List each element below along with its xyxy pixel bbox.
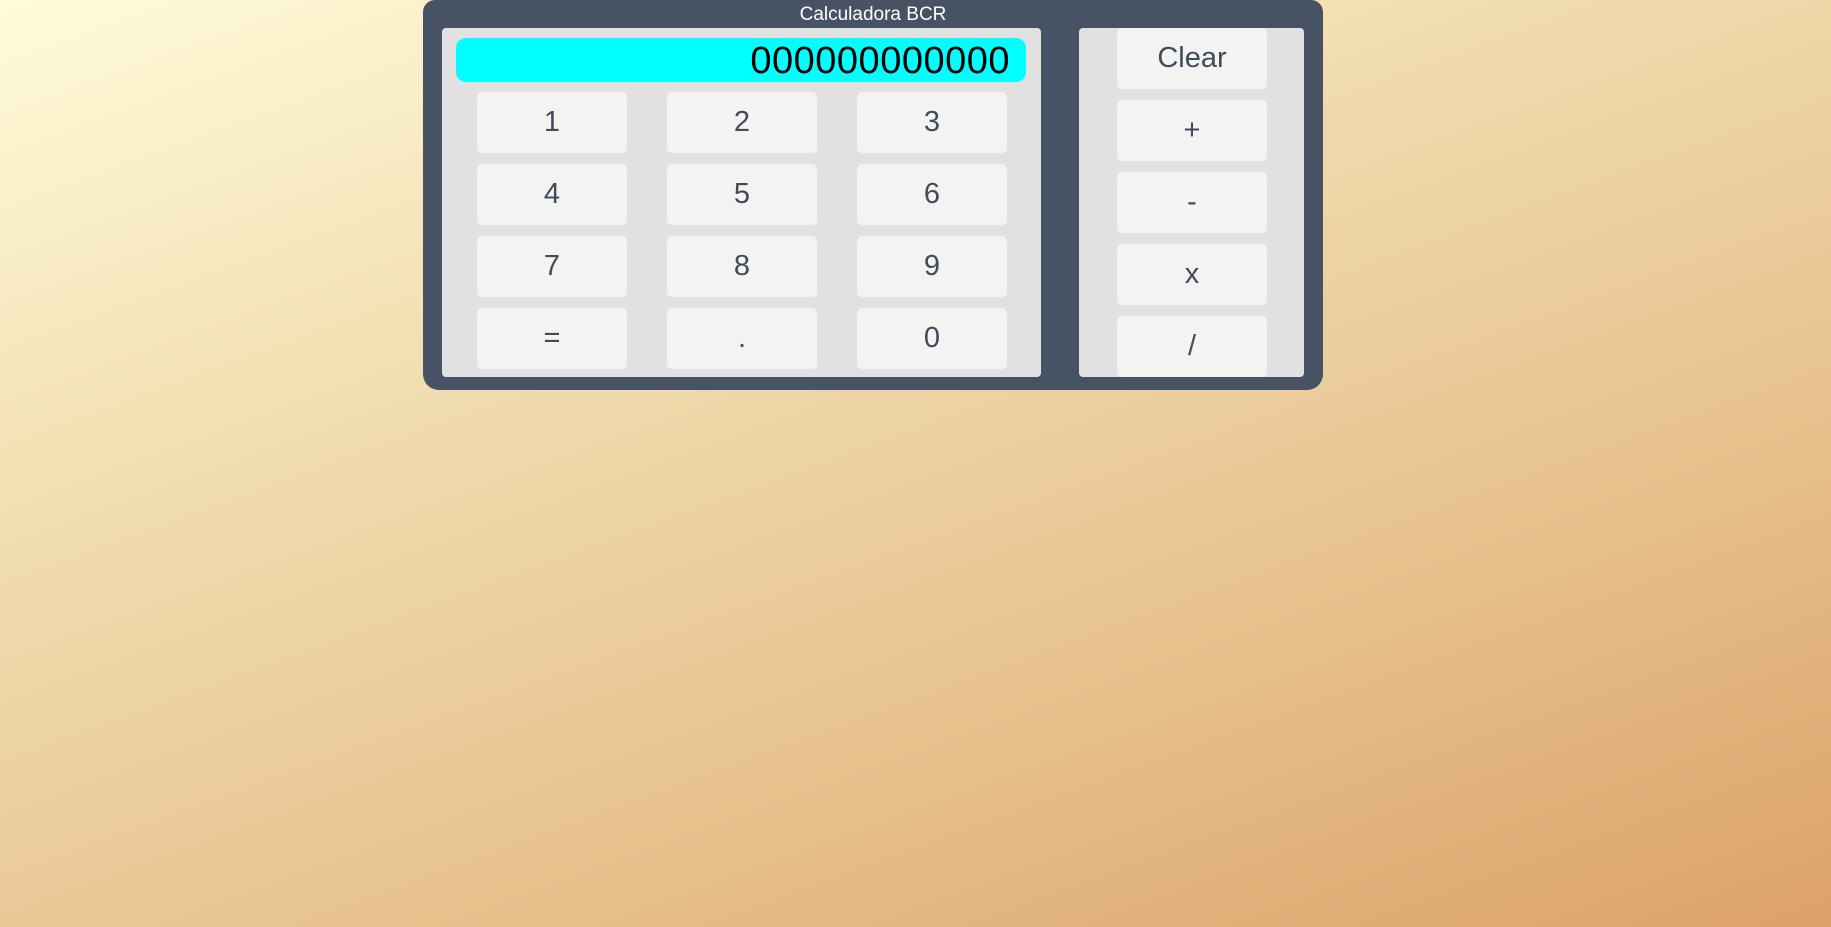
- key-4[interactable]: 4: [477, 164, 627, 225]
- key-6[interactable]: 6: [857, 164, 1007, 225]
- multiply-button[interactable]: x: [1117, 244, 1267, 305]
- equals-button[interactable]: =: [477, 308, 627, 369]
- add-button[interactable]: +: [1117, 100, 1267, 161]
- divide-button[interactable]: /: [1117, 316, 1267, 377]
- key-1[interactable]: 1: [477, 92, 627, 153]
- key-7[interactable]: 7: [477, 236, 627, 297]
- decimal-button[interactable]: .: [667, 308, 817, 369]
- key-5[interactable]: 5: [667, 164, 817, 225]
- calculator-title: Calculadora BCR: [799, 4, 947, 25]
- key-9[interactable]: 9: [857, 236, 1007, 297]
- key-8[interactable]: 8: [667, 236, 817, 297]
- key-3[interactable]: 3: [857, 92, 1007, 153]
- subtract-button[interactable]: -: [1117, 172, 1267, 233]
- key-0[interactable]: 0: [857, 308, 1007, 369]
- calculator-display: 000000000000: [456, 38, 1026, 82]
- key-2[interactable]: 2: [667, 92, 817, 153]
- clear-button[interactable]: Clear: [1117, 28, 1267, 89]
